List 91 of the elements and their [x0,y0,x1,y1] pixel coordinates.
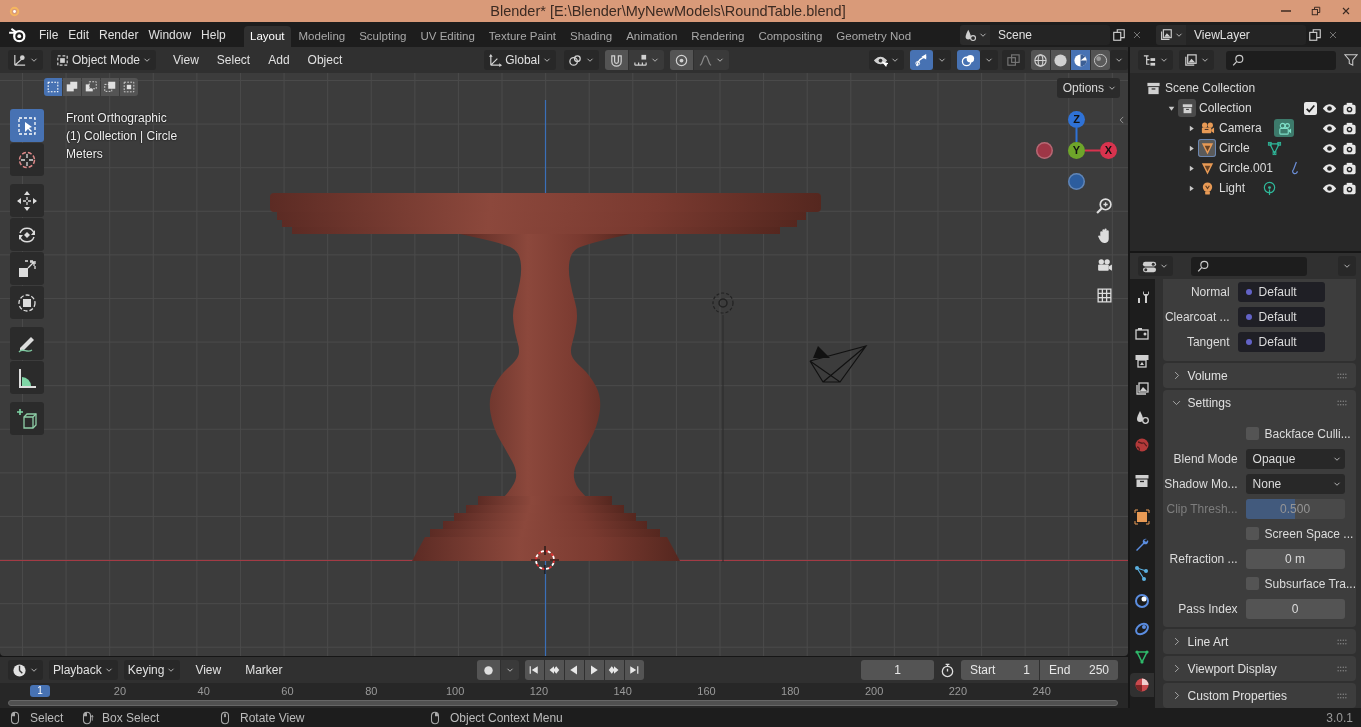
orientation-dropdown[interactable]: Global [484,50,556,70]
frame-field[interactable]: 1 [861,660,934,680]
frame-number: 160 [696,685,717,697]
field-label: Pass Index [1177,601,1239,616]
hint-text: Box Select [102,710,160,725]
workspace-tab[interactable]: Compositing [752,26,829,47]
workspace-tab[interactable]: Animation [620,26,684,47]
number-field[interactable]: 0 m [1245,548,1345,569]
outliner-label: Light [1219,181,1246,195]
view-layer-field[interactable]: ViewLayer [1186,24,1306,45]
workspace-tab[interactable]: Rendering [685,26,751,47]
dropdown[interactable]: None [1245,473,1345,494]
menu-dropdown[interactable]: Keying [123,660,181,680]
frame-number: 220 [947,685,969,697]
outliner-row[interactable]: Scene Collection [1130,78,1361,98]
frame-number: 200 [863,685,885,697]
workspace-tab[interactable]: Texture Paint [482,26,562,47]
menu-item[interactable]: View [164,53,208,67]
viewport-info-text: Front Orthographic [66,110,168,127]
field-label: Normal [1189,284,1231,299]
outliner-label: Circle [1219,141,1250,155]
socket-field[interactable]: Default [1237,306,1325,327]
socket-field[interactable]: Default [1237,331,1325,352]
menu-item[interactable]: Add [259,53,299,67]
panel-header[interactable]: Viewport Display [1162,656,1356,681]
menu-item[interactable]: File [34,24,64,45]
frame-number: 100 [444,685,466,697]
field-label: Refraction ... [1168,551,1239,566]
workspace-tab[interactable]: Modeling [292,26,352,47]
panel-header[interactable]: Custom Properties [1162,683,1356,708]
frame-number: 240 [1031,685,1052,697]
field-label: Clip Thresh... [1165,501,1239,516]
panel-header[interactable]: Volume [1162,363,1356,388]
viewport-info-text: Meters [66,146,104,163]
checkbox-label: Screen Space ... [1264,526,1354,541]
workspace-tab[interactable]: Geometry Nod [830,26,918,47]
outliner-label: Scene Collection [1165,81,1256,95]
version-text: 3.0.1 [1326,710,1353,725]
workspace-tab[interactable]: Sculpting [353,26,413,47]
socket-field[interactable]: Default [1237,281,1325,302]
field-label: Blend Mode [1172,451,1239,466]
menu-item[interactable]: Help [196,24,231,45]
menu-item[interactable]: Object [298,53,352,67]
frame-number: 180 [780,685,801,697]
menu-item[interactable]: Edit [63,24,95,45]
menu-item[interactable]: Marker [236,660,292,680]
frame-number: 140 [612,685,633,697]
field-label: Tangent [1185,334,1231,349]
axis-handle[interactable]: Z [1068,111,1085,128]
frame-number: 120 [528,685,550,697]
frame-number: 60 [280,685,295,697]
workspace-tab[interactable]: Shading [564,26,619,47]
frame-number: 40 [196,685,211,697]
hint-text: Object Context Menu [450,710,563,725]
checkbox-label: Backface Culli... [1264,426,1351,441]
outliner-row[interactable]: Circle [1130,138,1361,158]
outliner-row[interactable]: Circle.001 [1130,158,1361,178]
window-title: Blender* [E:\Blender\MyNewModels\RoundTable.blend] [489,3,847,19]
menu-item[interactable]: Select [207,53,260,67]
menu-item[interactable]: Window [143,24,197,45]
number-field[interactable]: 0 [1245,598,1345,619]
checkbox-label: Subsurface Tra... [1264,576,1356,591]
menu-item[interactable]: Render [94,24,144,45]
outliner-label: Collection [1199,101,1252,115]
playhead[interactable]: 1 [30,685,50,697]
panel-header[interactable]: Line Art [1162,629,1356,654]
menu-item[interactable]: View [186,660,231,680]
frame-number: 20 [112,685,127,697]
axis-handle[interactable]: X [1100,142,1117,159]
workspace-tab[interactable]: Layout [244,26,291,47]
frame-range-field[interactable]: End 250 [1040,660,1118,680]
frame-range-field[interactable]: Start 1 [961,660,1039,680]
axis-handle[interactable]: Y [1068,142,1085,159]
field-label: Clearcoat ... [1163,309,1231,324]
scene-field[interactable]: Scene [990,24,1110,45]
field-label: Shadow Mo... [1163,476,1239,491]
frame-number: 80 [364,685,379,697]
outliner-label: Circle.001 [1219,161,1274,175]
menu-dropdown[interactable]: Playback [49,660,118,680]
hint-text: Select [30,710,64,725]
mode-dropdown[interactable]: Object Mode [51,50,157,70]
panel-header[interactable]: Settings [1162,390,1356,415]
outliner-row[interactable]: Collection [1130,98,1361,118]
outliner-row[interactable]: Camera [1130,118,1361,138]
options-dropdown[interactable]: Options [1056,78,1120,98]
outliner-label: Camera [1219,121,1262,135]
hint-text: Rotate View [240,710,305,725]
viewport-info-text: (1) Collection | Circle [66,128,178,145]
outliner-row[interactable]: Light [1130,178,1361,198]
workspace-tab[interactable]: UV Editing [414,26,481,47]
dropdown[interactable]: Opaque [1245,448,1345,469]
